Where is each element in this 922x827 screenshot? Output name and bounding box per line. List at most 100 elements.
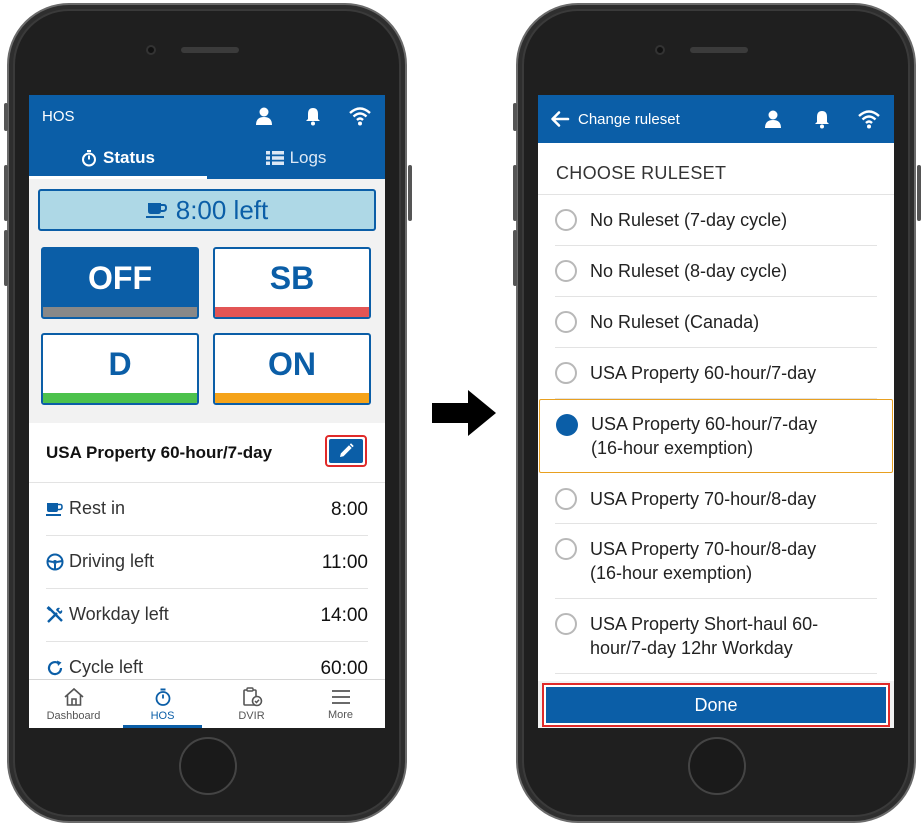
phone-frame-left: HOS Status Logs 8:00 left OFF SB D ON US… — [4, 3, 412, 823]
nav-hos[interactable]: HOS — [118, 680, 207, 728]
stat-value: 11:00 — [321, 552, 368, 573]
stat-value: 14:00 — [320, 605, 368, 626]
status-on-bar — [215, 393, 369, 403]
earpiece-speaker — [690, 47, 748, 53]
home-button — [179, 737, 237, 795]
change-ruleset-screen: Change ruleset CHOOSE RULESET No Ruleset… — [538, 95, 894, 728]
app-bar: HOS — [29, 95, 385, 137]
status-sb-label: SB — [269, 259, 315, 296]
status-d-bar — [43, 393, 197, 403]
tab-logs[interactable]: Logs — [207, 137, 385, 179]
status-off-label: OFF — [88, 259, 152, 296]
radio-button[interactable] — [555, 311, 577, 333]
silent-switch — [4, 103, 8, 131]
stat-label: Workday left — [69, 604, 169, 624]
nav-label: Dashboard — [46, 710, 101, 722]
time-left-banner: 8:00 left — [38, 189, 376, 231]
app-bar-title: HOS — [42, 108, 75, 125]
tab-logs-label: Logs — [289, 148, 327, 167]
stopwatch-icon — [82, 150, 97, 167]
coffee-icon — [145, 203, 167, 218]
user-icon[interactable] — [762, 108, 784, 130]
status-on-button[interactable]: ON — [213, 333, 371, 405]
ruleset-option-selected[interactable]: USA Property 60-hour/7-day (16-hour exem… — [539, 399, 893, 473]
status-on-label: ON — [268, 345, 316, 382]
pencil-icon — [340, 443, 354, 457]
radio-button[interactable] — [555, 362, 577, 384]
ruleset-option-label: USA Property Short-haul 60- — [590, 614, 819, 634]
radio-button-checked[interactable] — [556, 414, 578, 436]
cycle-icon — [47, 660, 63, 675]
volume-up-button — [4, 165, 8, 221]
tab-status[interactable]: Status — [29, 137, 207, 179]
nav-dvir[interactable]: DVIR — [207, 680, 296, 728]
bell-icon[interactable] — [302, 105, 324, 127]
volume-up-button — [513, 165, 517, 221]
done-button[interactable]: Done — [546, 687, 886, 723]
edit-ruleset-button[interactable] — [325, 435, 367, 467]
ruleset-option-sublabel: (16-hour exemption) — [590, 563, 753, 583]
wifi-icon[interactable] — [858, 108, 880, 130]
nav-dashboard[interactable]: Dashboard — [29, 680, 118, 728]
ruleset-list: CHOOSE RULESET No Ruleset (7-day cycle) … — [538, 143, 894, 681]
status-off-bar — [43, 307, 197, 317]
nav-more[interactable]: More — [296, 680, 385, 728]
ruleset-option[interactable]: No Ruleset (7-day cycle) — [555, 195, 877, 246]
ruleset-option-label: USA Property 70-hour/8-day — [590, 539, 817, 559]
done-button-highlight: Done — [542, 683, 890, 727]
ruleset-option[interactable]: USA Property 70-hour/8-day — [555, 474, 877, 524]
choose-ruleset-header: CHOOSE RULESET — [556, 163, 727, 183]
bottom-nav: Dashboard HOS DVIR More — [29, 679, 385, 728]
tab-status-label: Status — [103, 148, 155, 167]
ruleset-option-sublabel: hour/7-day 12hr Workday — [590, 638, 793, 658]
hos-status-screen: HOS Status Logs 8:00 left OFF SB D ON US… — [29, 95, 385, 728]
power-button — [408, 165, 412, 221]
radio-button[interactable] — [555, 260, 577, 282]
nav-label: More — [327, 709, 354, 721]
app-bar-title: Change ruleset — [578, 111, 680, 128]
ruleset-option[interactable]: USA Property Short-haul 60- hour/7-day 1… — [555, 599, 877, 674]
power-button — [917, 165, 921, 221]
stat-label: Cycle left — [69, 657, 144, 677]
wifi-icon[interactable] — [349, 105, 371, 127]
ruleset-panel: USA Property 60-hour/7-day Rest in 8:00 … — [29, 423, 385, 683]
radio-button[interactable] — [555, 613, 577, 635]
stat-row-rest: Rest in 8:00 — [46, 483, 368, 536]
status-d-label: D — [108, 345, 132, 382]
ruleset-option[interactable]: USA Property 60-hour/7-day — [555, 348, 877, 399]
silent-switch — [513, 103, 517, 131]
front-camera — [655, 45, 665, 55]
radio-button[interactable] — [555, 488, 577, 510]
bell-icon[interactable] — [811, 108, 833, 130]
ruleset-option-sublabel: (16-hour exemption) — [591, 438, 754, 458]
right-arrow-icon — [432, 390, 496, 436]
stat-label: Rest in — [69, 498, 126, 518]
ruleset-option[interactable]: No Ruleset (8-day cycle) — [555, 246, 877, 297]
status-d-button[interactable]: D — [41, 333, 199, 405]
ruleset-option[interactable]: USA Property 70-hour/8-day (16-hour exem… — [555, 524, 877, 599]
steering-wheel-icon — [46, 553, 64, 570]
phone-frame-right: Change ruleset CHOOSE RULESET No Ruleset… — [513, 3, 921, 823]
app-bar: Change ruleset — [538, 95, 894, 143]
tools-icon — [46, 605, 63, 623]
radio-button[interactable] — [555, 209, 577, 231]
radio-button[interactable] — [555, 538, 577, 560]
back-arrow-icon[interactable] — [549, 108, 571, 130]
ruleset-option[interactable]: No Ruleset (Canada) — [555, 297, 877, 348]
stat-row-workday: Workday left 14:00 — [46, 589, 368, 642]
ruleset-option-label: No Ruleset (7-day cycle) — [590, 210, 788, 230]
home-button — [688, 737, 746, 795]
front-camera — [146, 45, 156, 55]
volume-down-button — [4, 230, 8, 286]
ruleset-title: USA Property 60-hour/7-day — [46, 443, 273, 462]
time-left-text: 8:00 left — [175, 194, 269, 225]
status-off-button[interactable]: OFF — [41, 247, 199, 319]
home-icon — [63, 687, 84, 706]
user-icon[interactable] — [253, 105, 275, 127]
volume-down-button — [513, 230, 517, 286]
ruleset-option-label: No Ruleset (8-day cycle) — [590, 261, 788, 281]
stat-label: Driving left — [69, 551, 155, 571]
stat-value: 60:00 — [320, 658, 368, 679]
ruleset-option-label: No Ruleset (Canada) — [590, 312, 760, 332]
status-sb-button[interactable]: SB — [213, 247, 371, 319]
